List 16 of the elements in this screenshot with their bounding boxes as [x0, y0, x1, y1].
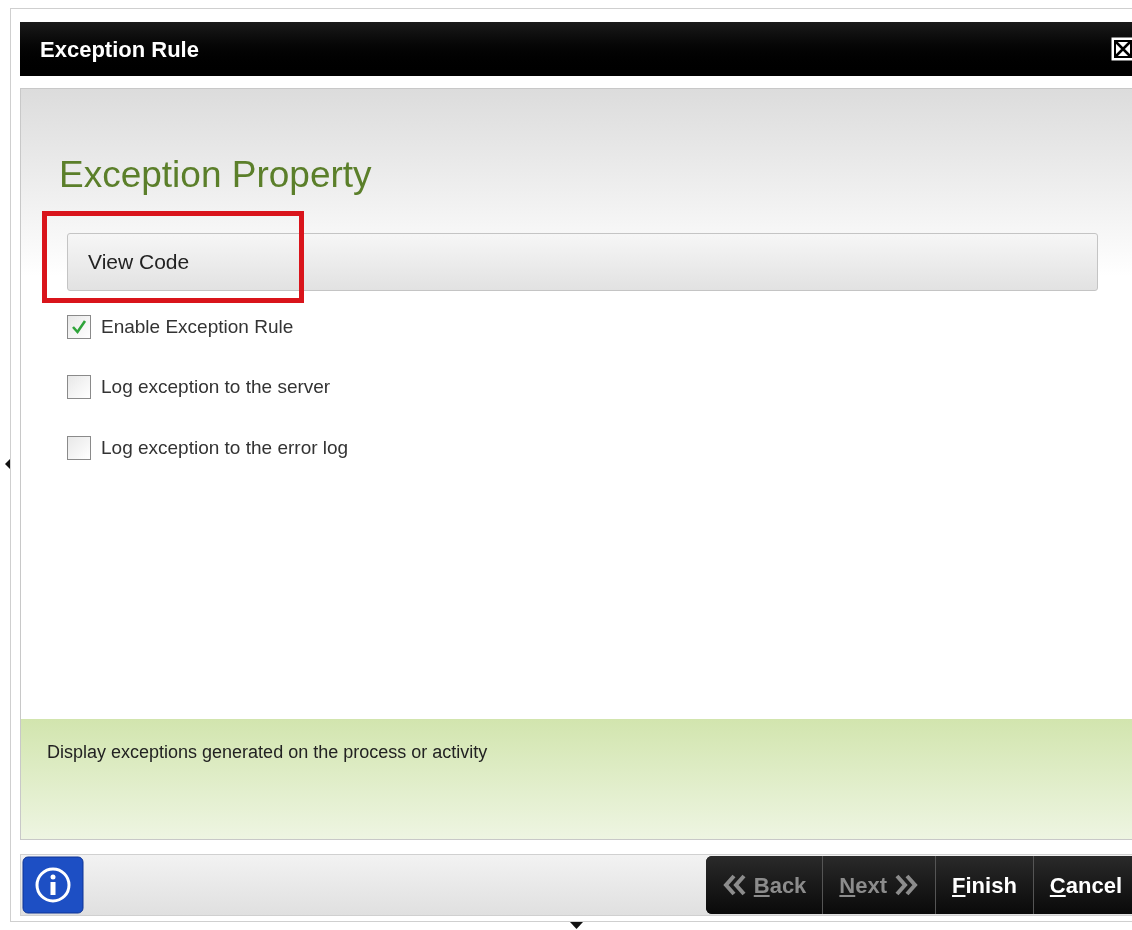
info-icon[interactable]	[22, 856, 84, 914]
checkbox[interactable]	[67, 314, 91, 339]
close-icon[interactable]	[1111, 37, 1132, 61]
checkbox-label: Log exception to the error log	[101, 435, 349, 460]
checkbox[interactable]	[67, 435, 91, 460]
window-title: Exception Rule	[40, 35, 199, 64]
double-chevron-right-icon	[895, 874, 920, 896]
view-code-button[interactable]: View Code	[67, 232, 1098, 291]
dialog-button[interactable]: Cancel	[1032, 856, 1132, 914]
checkbox-label: Log exception to the server	[101, 375, 331, 399]
help-text: Display exceptions generated on the process or activity	[47, 742, 488, 762]
double-chevron-left-icon	[721, 874, 746, 896]
section-heading: Exception Property	[59, 154, 372, 195]
checkbox-label: Enable Exception Rule	[101, 314, 294, 339]
dialog-button[interactable]: Finish	[935, 856, 1033, 914]
checkbox[interactable]	[67, 375, 91, 400]
